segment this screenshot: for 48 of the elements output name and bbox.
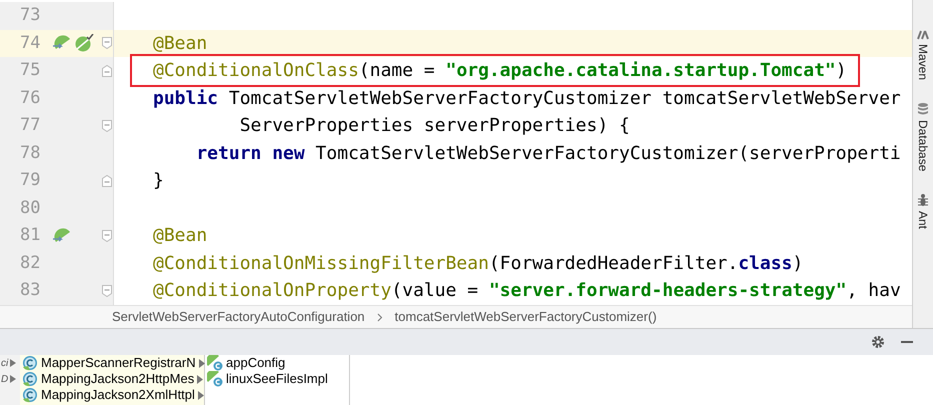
list-item[interactable]: MappingJackson2HttpMes xyxy=(20,371,204,387)
fold-marker-icon[interactable] xyxy=(102,120,112,132)
class-icon xyxy=(22,371,38,387)
tool-window-tab[interactable]: Maven xyxy=(914,30,932,80)
breadcrumb[interactable]: tomcatServletWebServerFactoryCustomizer() xyxy=(394,307,657,327)
bean-class-icon xyxy=(207,355,223,371)
line-number: 80 xyxy=(20,196,42,220)
settings-icon[interactable] xyxy=(871,335,885,349)
code-line: @Bean xyxy=(153,225,208,246)
code-line: ServerProperties serverProperties) { xyxy=(238,115,630,136)
bean-icon[interactable] xyxy=(74,34,94,52)
fold-marker-icon[interactable] xyxy=(102,64,112,77)
fold-marker-icon[interactable] xyxy=(102,284,112,297)
line-number: 73 xyxy=(20,4,42,27)
breadcrumb[interactable]: ServletWebServerFactoryAutoConfiguration xyxy=(112,307,365,327)
fold-marker-icon[interactable] xyxy=(102,37,112,50)
code-line: public TomcatServletWebServerFactoryCustomizer tomcatServletWebServer xyxy=(153,88,901,109)
code-line: @ConditionalOnMissingFilterBean(ForwardedHeaderFilter.class) xyxy=(153,252,804,274)
line-number: 78 xyxy=(20,142,42,164)
line-number: 81 xyxy=(20,224,42,247)
chevron-icon xyxy=(376,312,383,322)
bean-class-icon xyxy=(207,371,223,387)
line-number: 76 xyxy=(20,86,42,110)
class-icon xyxy=(22,387,38,403)
line-number: 77 xyxy=(20,114,42,137)
list-item[interactable]: linuxSeeFilesImpl xyxy=(205,371,349,387)
tool-window-tab[interactable]: Ant xyxy=(914,193,932,230)
line-number: 75 xyxy=(20,59,42,82)
code-line: @ConditionalOnProperty(value = "server.forward-headers-strategy", hav xyxy=(153,280,901,302)
class-icon xyxy=(22,355,38,371)
database-icon xyxy=(917,102,929,116)
line-number: 82 xyxy=(20,252,42,274)
list-item[interactable]: MappingJackson2XmlHttpl xyxy=(20,387,204,403)
code-line: return new TomcatServletWebServerFactoryCustomizer(serverProperti xyxy=(195,142,901,164)
line-number: 83 xyxy=(20,279,42,302)
maven-icon xyxy=(917,30,929,40)
bean-icon[interactable] xyxy=(52,35,72,52)
fold-marker-icon[interactable] xyxy=(102,174,112,187)
list-item[interactable]: appConfig xyxy=(205,355,349,371)
line-number: 79 xyxy=(20,169,42,192)
line-number: 74 xyxy=(20,32,42,54)
code-line: @Bean xyxy=(153,32,208,54)
tool-window-tab[interactable]: Database xyxy=(914,102,932,172)
code-line: @ConditionalOnClass(name = "org.apache.catalina.startup.Tomcat") xyxy=(153,60,847,82)
code-line: } xyxy=(153,170,164,192)
ant-icon xyxy=(917,193,929,208)
list-item[interactable]: MapperScannerRegistrarN xyxy=(20,355,204,371)
fold-marker-icon[interactable] xyxy=(102,230,112,242)
